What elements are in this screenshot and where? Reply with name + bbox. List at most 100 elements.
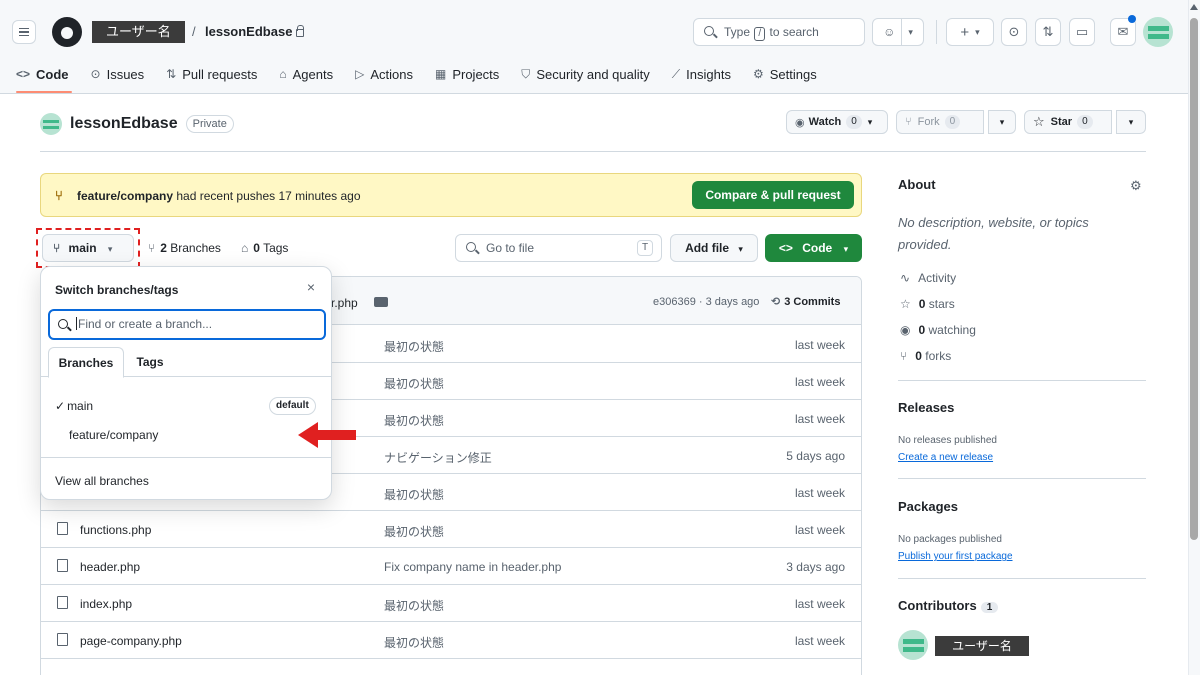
commit-message[interactable]: Fix company name in header.php xyxy=(384,560,561,574)
star-dropdown-button[interactable]: ▾ xyxy=(1116,110,1146,134)
file-name[interactable]: header.php xyxy=(80,560,140,574)
tab-tags[interactable]: Tags xyxy=(135,347,165,378)
watching-link[interactable]: ◉ 0 watching xyxy=(900,323,976,337)
branch-icon: ⑂ xyxy=(148,241,156,255)
stars-link[interactable]: ☆ 0 stars xyxy=(900,297,955,311)
tab-code-label: Code xyxy=(36,66,69,82)
repo-name[interactable]: lessonEdbase xyxy=(70,115,178,133)
tab-issues-label: Issues xyxy=(106,66,145,82)
contributor-name[interactable]: ユーザー名 xyxy=(935,636,1029,656)
banner-branch[interactable]: feature/company xyxy=(77,189,173,203)
fork-button[interactable]: ⑂ Fork 0 xyxy=(896,110,984,134)
copilot-icon: ☺ xyxy=(883,25,896,39)
tab-branches[interactable]: Branches xyxy=(48,347,124,378)
watch-button[interactable]: ◉ Watch 0 ▾ xyxy=(786,110,888,134)
create-new-button[interactable]: + ▾ xyxy=(946,18,994,46)
ellipsis-icon[interactable] xyxy=(374,297,388,307)
scroll-up-arrow-icon[interactable] xyxy=(1190,4,1198,10)
scrollbar-thumb[interactable] xyxy=(1190,18,1198,540)
menu-icon[interactable] xyxy=(12,20,36,44)
owner-name[interactable]: ユーザー名 xyxy=(92,21,185,43)
commit-date: last week xyxy=(794,486,845,500)
create-release-link[interactable]: Create a new release xyxy=(898,452,993,463)
sidebar-divider xyxy=(898,578,1146,579)
commit-message[interactable]: 最初の状態 xyxy=(384,523,444,540)
tab-actions-label: Actions xyxy=(370,66,413,82)
branch-filter-input[interactable]: Find or create a branch... xyxy=(48,309,326,340)
issues-icon[interactable]: ⊙ xyxy=(1001,18,1027,46)
projects-icon[interactable]: ▭ xyxy=(1069,18,1095,46)
tab-security[interactable]: ⛉ Security and quality xyxy=(521,67,649,82)
branch-item-main[interactable]: ✓ main xyxy=(55,399,93,413)
table-row[interactable]: index.php 最初の状態 last week xyxy=(41,585,861,622)
add-file-button[interactable]: Add file ▾ xyxy=(670,234,758,262)
branch-icon: ⑂ xyxy=(55,188,63,203)
pull-requests-icon[interactable]: ⇅ xyxy=(1035,18,1061,46)
file-name[interactable]: page-company.php xyxy=(80,634,182,648)
table-row[interactable]: page-company.php 最初の状態 last week xyxy=(41,622,861,659)
eye-icon: ◉ xyxy=(900,323,911,337)
tags-link[interactable]: ⌂ 0 Tags xyxy=(241,241,288,255)
check-icon: ✓ xyxy=(55,399,66,413)
releases-heading[interactable]: Releases xyxy=(898,400,954,415)
text-caret xyxy=(76,317,77,330)
file-name[interactable]: index.php xyxy=(80,597,132,611)
commit-message[interactable]: 最初の状態 xyxy=(384,486,444,503)
contributors-heading[interactable]: Contributors 1 xyxy=(898,598,999,613)
tab-agents-label: Agents xyxy=(292,66,334,82)
sidebar-divider xyxy=(898,380,1146,381)
forks-link[interactable]: ⑂ 0 forks xyxy=(900,349,951,363)
user-avatar[interactable] xyxy=(1143,17,1173,47)
copilot-divider xyxy=(901,19,903,45)
star-icon: ☆ xyxy=(900,297,911,311)
branch-filter-placeholder: Find or create a branch... xyxy=(78,317,213,331)
tab-code[interactable]: <> Code xyxy=(16,67,69,82)
copilot-button[interactable]: ☺ ▾ xyxy=(872,18,924,46)
commit-date: last week xyxy=(794,523,845,537)
commit-message[interactable]: 最初の状態 xyxy=(384,412,444,429)
contributors-count: 1 xyxy=(980,602,999,613)
publish-package-link[interactable]: Publish your first package xyxy=(898,551,1013,562)
commit-message[interactable]: 最初の状態 xyxy=(384,338,444,355)
breadcrumb-repo[interactable]: lessonEdbase xyxy=(205,24,305,39)
close-icon[interactable]: × xyxy=(307,279,315,295)
branch-item-feature-company[interactable]: feature/company xyxy=(69,428,158,442)
fork-dropdown-button[interactable]: ▾ xyxy=(988,110,1016,134)
activity-link[interactable]: ∿ Activity xyxy=(900,271,956,285)
tab-projects[interactable]: ▦ Projects xyxy=(435,67,499,82)
commit-sha-time[interactable]: e306369 · 3 days ago xyxy=(653,296,759,308)
commit-message[interactable]: ナビゲーション修正 xyxy=(384,449,492,466)
fork-label: Fork xyxy=(917,116,940,128)
tab-insights[interactable]: ⟋ Insights xyxy=(672,67,731,82)
star-icon: ☆ xyxy=(1033,114,1045,129)
commits-link[interactable]: ⟲ 3 Commits xyxy=(771,295,840,308)
star-button[interactable]: ☆ Star 0 xyxy=(1024,110,1112,134)
commit-message[interactable]: 最初の状態 xyxy=(384,375,444,392)
gear-icon[interactable]: ⚙ xyxy=(1130,178,1142,194)
compare-pull-request-button[interactable]: Compare & pull request xyxy=(692,181,854,209)
tab-settings[interactable]: ⚙ Settings xyxy=(753,67,817,82)
plus-icon: + xyxy=(960,23,970,41)
tab-pull-requests[interactable]: ⇅ Pull requests xyxy=(166,67,257,82)
go-to-file-input[interactable]: Go to file T xyxy=(455,234,662,262)
file-icon xyxy=(57,559,68,572)
commit-message[interactable]: 最初の状態 xyxy=(384,634,444,651)
branches-link[interactable]: ⑂ 2 Branches xyxy=(148,241,221,255)
watch-count: 0 xyxy=(846,115,862,129)
chevron-down-icon: ▾ xyxy=(1128,116,1134,127)
commit-message[interactable]: 最初の状態 xyxy=(384,597,444,614)
file-name[interactable]: functions.php xyxy=(80,523,151,537)
table-row[interactable]: functions.php 最初の状態 last week xyxy=(41,511,861,548)
tab-actions[interactable]: ▷ Actions xyxy=(355,67,413,82)
global-search[interactable]: Type / to search xyxy=(693,18,865,46)
packages-heading[interactable]: Packages xyxy=(898,499,958,514)
tab-agents[interactable]: ⌂ Agents xyxy=(279,67,333,82)
pull-request-icon: ⇅ xyxy=(166,67,177,81)
table-row[interactable]: header.php Fix company name in header.ph… xyxy=(41,548,861,585)
active-tab-underline xyxy=(16,91,72,93)
github-logo-icon[interactable] xyxy=(52,17,82,47)
view-all-branches-link[interactable]: View all branches xyxy=(55,474,149,488)
code-button[interactable]: <> Code ▾ xyxy=(765,234,862,262)
tab-issues[interactable]: ⊙ Issues xyxy=(91,67,145,82)
contributor-avatar[interactable] xyxy=(898,630,928,660)
